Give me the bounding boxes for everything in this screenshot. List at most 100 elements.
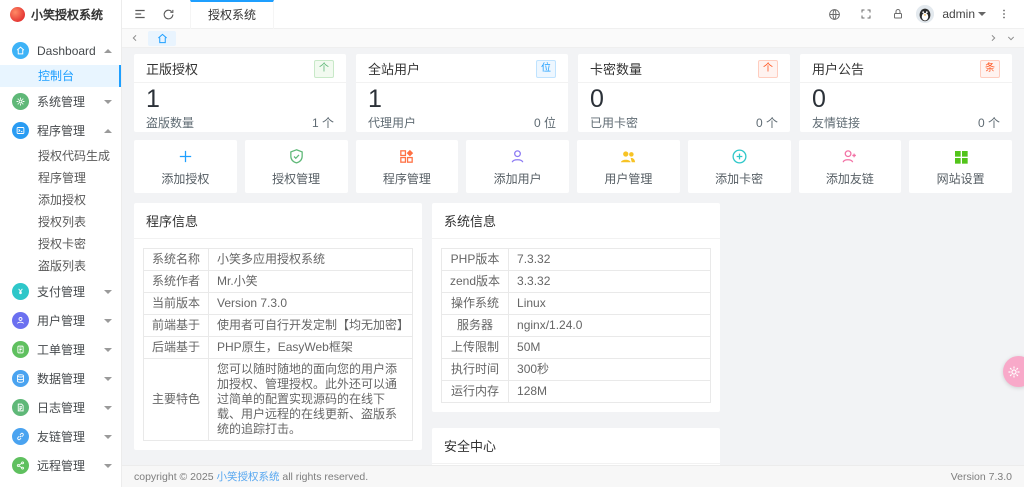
chevron-down-icon	[104, 99, 112, 104]
main-content: 正版授权 个 1 盗版数量 1 个 全站用户 位 1 代理用户 0 位 卡密数量	[122, 48, 1024, 465]
lock-screen-icon[interactable]	[884, 0, 912, 28]
stat-foot-value: 0 个	[977, 116, 1000, 130]
sidebar-item-label: 支付管理	[37, 285, 86, 299]
program-icon	[12, 122, 29, 139]
database-icon	[12, 370, 29, 387]
sidebar-item-links[interactable]: 友链管理	[0, 422, 121, 451]
stat-value: 1	[146, 85, 160, 113]
more-vertical-icon[interactable]	[990, 0, 1018, 28]
user-icon	[509, 147, 526, 167]
chevron-down-icon	[104, 289, 112, 294]
add-friend-link-button[interactable]: 添加友链	[798, 140, 902, 193]
sidebar-item-label: 程序管理	[37, 124, 86, 138]
auth-manage-button[interactable]: 授权管理	[244, 140, 348, 193]
program-info-panel: 程序信息 系统名称 小笑多应用授权系统 系统作者 Mr.小笑 当前版本 Version…	[134, 203, 422, 450]
table-row: 运行内存 128M	[440, 380, 711, 403]
circle-plus-icon	[731, 147, 748, 167]
ticket-icon	[12, 341, 29, 358]
table-row: 前端基于 使用者可自行开发定制【均无加密】	[142, 314, 413, 337]
fullscreen-icon[interactable]	[852, 0, 880, 28]
unit-badge: 个	[314, 59, 334, 78]
table-row: 主要特色 您可以随时随地的面向您的用户添加授权、管理授权。此外还可以通过简单的配置…	[142, 358, 413, 441]
table-row: 服务器 nginx/1.24.0	[440, 314, 711, 337]
refresh-icon[interactable]	[154, 0, 182, 28]
brand-link[interactable]: 小笑授权系统	[216, 471, 279, 483]
username: admin	[942, 7, 975, 21]
language-globe-icon[interactable]	[820, 0, 848, 28]
sidebar-item-data[interactable]: 数据管理	[0, 364, 121, 393]
sidebar-subitem-auth-list[interactable]: 授权列表	[0, 211, 121, 233]
add-card-key-button[interactable]: 添加卡密	[687, 140, 791, 193]
tabs-scroll-left-icon[interactable]	[126, 29, 144, 48]
sidebar-item-payment[interactable]: 支付管理	[0, 277, 121, 306]
system-info-panel: 系统信息 PHP版本 7.3.32 zend版本 3.3.32 操作系统 Linux …	[432, 203, 720, 412]
sidebar-item-label: 数据管理	[37, 372, 86, 386]
sidebar-item-label: 用户管理	[37, 314, 86, 328]
sidebar-item-label: Dashboard	[37, 43, 96, 58]
table-row: 执行时间 300秒	[440, 358, 711, 381]
stat-foot-value: 0 个	[755, 116, 778, 130]
sidebar-item-log[interactable]: 日志管理	[0, 393, 121, 422]
app-logo[interactable]: 小笑授权系统	[0, 0, 121, 29]
program-info-table: 系统名称 小笑多应用授权系统 系统作者 Mr.小笑 当前版本 Version 7.3.…	[142, 248, 413, 441]
stat-card-site-users: 全站用户 位 1 代理用户 0 位	[356, 54, 568, 132]
chevron-up-icon	[104, 48, 112, 53]
sidebar-subitem-pirate-list[interactable]: 盗版列表	[0, 255, 121, 277]
sidebar-item-label: 工单管理	[37, 343, 86, 357]
table-row: 系统名称 小笑多应用授权系统	[142, 248, 413, 271]
sidebar-subitem-console[interactable]: 控制台	[0, 65, 121, 87]
sidebar-toggle-icon[interactable]	[126, 0, 154, 28]
stat-foot-label: 友情链接	[812, 116, 861, 130]
user-avatar[interactable]	[916, 5, 935, 23]
sidebar-item-label: 远程管理	[37, 459, 86, 473]
stat-value: 1	[368, 85, 382, 113]
panel-title: 安全中心	[432, 428, 720, 464]
security-center-panel: 安全中心 温馨提示 您还未配置邮箱信息 点此进入网站邮箱配置修改 绝对重要 请及…	[432, 428, 720, 465]
users-icon	[12, 312, 29, 329]
plus-icon	[177, 147, 194, 167]
chevron-down-icon	[978, 12, 986, 16]
top-header: 授权系统 admin	[122, 0, 1024, 29]
sidebar: 小笑授权系统 Dashboard 控制台 系统管理 程序管理 授权代码生成 程序…	[0, 0, 122, 487]
active-page-tab[interactable]: 授权系统	[190, 0, 275, 29]
stat-title: 用户公告	[812, 62, 865, 77]
chevron-down-icon	[104, 434, 112, 439]
unit-badge: 位	[536, 59, 556, 78]
sidebar-item-dashboard[interactable]: Dashboard	[0, 36, 121, 65]
page-footer: copyright © 2025 小笑授权系统 all rights reser…	[122, 465, 1024, 487]
home-tab[interactable]	[148, 30, 176, 46]
site-settings-button[interactable]: 网站设置	[909, 140, 1012, 193]
add-auth-button[interactable]: 添加授权	[134, 140, 237, 193]
add-user-button[interactable]: 添加用户	[466, 140, 569, 193]
app-title: 小笑授权系统	[31, 8, 104, 22]
sidebar-subitem-program-manage[interactable]: 程序管理	[0, 167, 121, 189]
stat-value: 0	[590, 85, 604, 113]
user-plus-icon	[841, 147, 858, 167]
sidebar-item-users[interactable]: 用户管理	[0, 306, 121, 335]
tabs-dropdown-icon[interactable]	[1002, 29, 1020, 48]
sidebar-item-system[interactable]: 系统管理	[0, 87, 121, 116]
stat-title: 全站用户	[368, 62, 421, 77]
sidebar-item-remote[interactable]: 远程管理	[0, 451, 121, 480]
system-info-table: PHP版本 7.3.32 zend版本 3.3.32 操作系统 Linux 服务器 ng…	[440, 248, 711, 403]
sidebar-subitem-auth-code-gen[interactable]: 授权代码生成	[0, 145, 121, 167]
table-row: 后端基于 PHP原生，EasyWeb框架	[142, 336, 413, 359]
home-icon	[157, 33, 167, 43]
sidebar-item-program[interactable]: 程序管理	[0, 116, 121, 145]
sidebar-subitem-auth-card[interactable]: 授权卡密	[0, 233, 121, 255]
sidebar-item-ticket[interactable]: 工单管理	[0, 335, 121, 364]
chevron-down-icon	[104, 318, 112, 323]
panel-title: 程序信息	[134, 203, 422, 239]
palette-icon	[1007, 365, 1020, 378]
quick-actions-row: 添加授权 授权管理 程序管理 添加用户 用户管理 添加卡密 添加友链 网站设置	[134, 140, 1012, 193]
stat-foot-label: 代理用户	[368, 116, 417, 130]
chevron-down-icon	[104, 405, 112, 410]
app-grid-icon	[398, 147, 415, 167]
tabs-scroll-right-icon[interactable]	[984, 29, 1002, 48]
shield-check-icon	[288, 147, 305, 167]
user-manage-button[interactable]: 用户管理	[577, 140, 680, 193]
sidebar-subitem-add-auth[interactable]: 添加授权	[0, 189, 121, 211]
program-manage-button[interactable]: 程序管理	[355, 140, 459, 193]
windows-grid-icon	[953, 147, 969, 167]
user-menu[interactable]: admin	[942, 7, 986, 21]
